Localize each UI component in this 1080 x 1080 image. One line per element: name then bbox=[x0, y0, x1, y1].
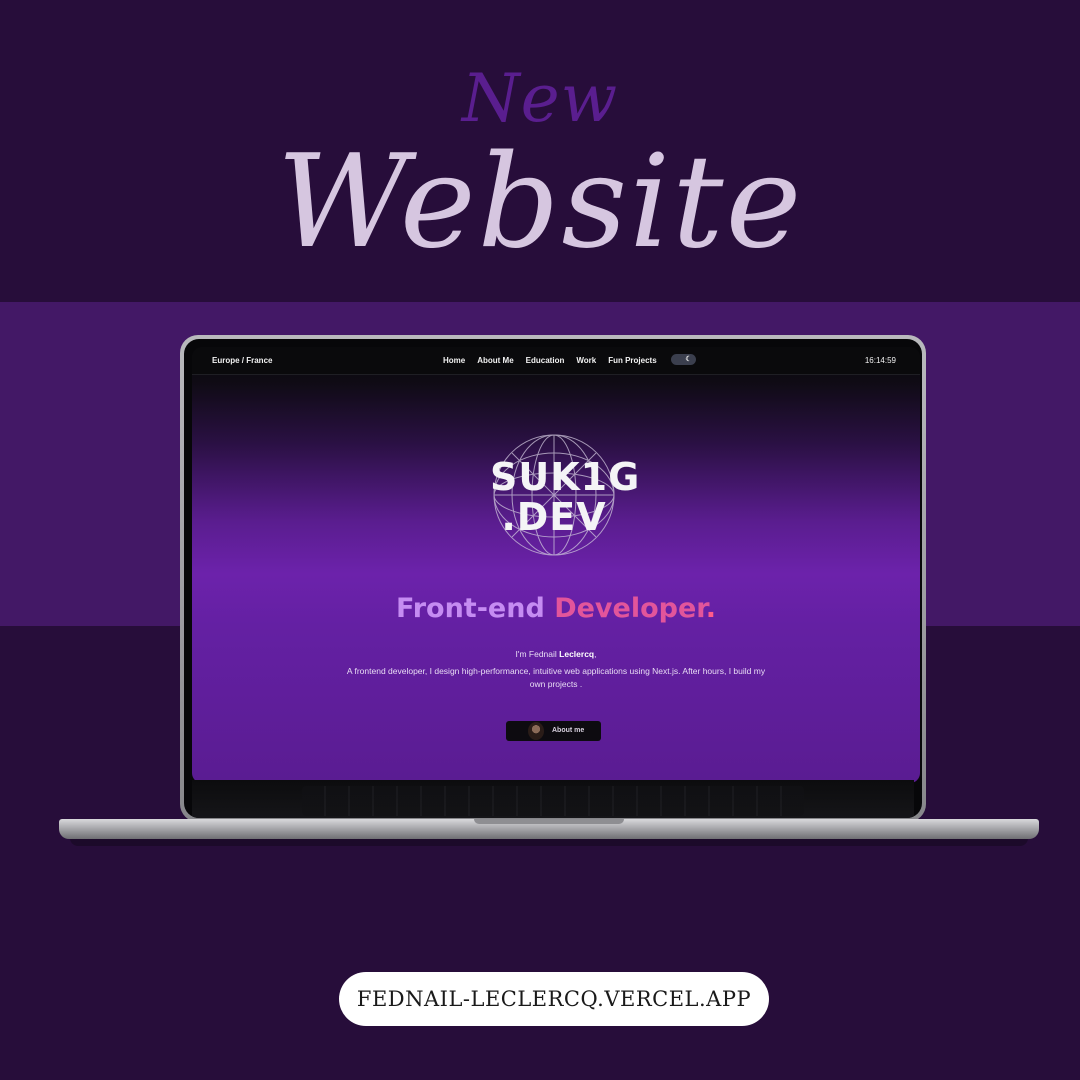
about-me-button[interactable]: About me bbox=[506, 721, 601, 741]
intro-prefix: I'm Fednail bbox=[515, 649, 560, 659]
url-pill[interactable]: FEDNAIL-LECLERCQ.VERCEL.APP bbox=[339, 972, 769, 1026]
hero-intro: I'm Fednail Leclercq, bbox=[192, 649, 920, 659]
theme-toggle[interactable]: ☾ bbox=[671, 354, 696, 365]
laptop-base-shadow bbox=[70, 838, 1028, 846]
laptop-bezel: Europe / France Home About Me Education … bbox=[184, 339, 922, 818]
nav-links: Home About Me Education Work Fun Project… bbox=[443, 356, 657, 365]
hero-headline: Front-end Developer. bbox=[192, 593, 920, 624]
nav-link-education[interactable]: Education bbox=[526, 356, 565, 365]
avatar bbox=[528, 722, 544, 740]
logo-text-bottom: .DEV bbox=[501, 495, 607, 539]
headline-dot: . bbox=[705, 593, 716, 624]
nav-link-fun-projects[interactable]: Fun Projects bbox=[608, 356, 656, 365]
intro-name: Leclercq bbox=[559, 649, 595, 659]
logo-text-top: SUK1G bbox=[490, 455, 641, 499]
nav-link-about-me[interactable]: About Me bbox=[477, 356, 513, 365]
laptop-bezel-bottom bbox=[192, 780, 914, 818]
nav-link-work[interactable]: Work bbox=[576, 356, 596, 365]
laptop-lid: Europe / France Home About Me Education … bbox=[180, 335, 926, 822]
hero-description: A frontend developer, I design high-perf… bbox=[346, 666, 766, 689]
about-me-label: About me bbox=[552, 727, 585, 734]
headline-developer: Developer bbox=[554, 593, 706, 624]
nav-clock: 16:14:59 bbox=[864, 356, 896, 365]
site-nav: Europe / France Home About Me Education … bbox=[192, 347, 920, 375]
headline-front-end: Front-end bbox=[396, 593, 545, 624]
nav-location: Europe / France bbox=[212, 356, 273, 365]
laptop-notch bbox=[474, 819, 624, 824]
title-new: New bbox=[461, 60, 619, 137]
website-screen: Europe / France Home About Me Education … bbox=[192, 347, 920, 783]
nav-link-home[interactable]: Home bbox=[443, 356, 465, 365]
moon-icon: ☾ bbox=[685, 356, 692, 363]
intro-suffix: , bbox=[594, 649, 597, 659]
title-website: Website bbox=[276, 128, 804, 277]
keyboard-reflection bbox=[302, 786, 804, 816]
